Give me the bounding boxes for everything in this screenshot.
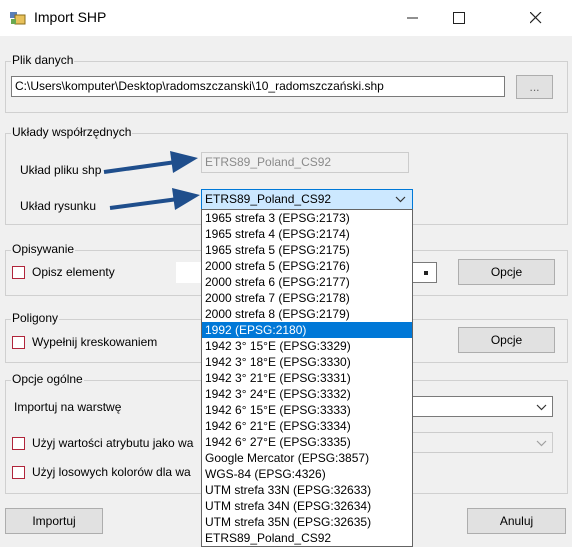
polygons-options-button[interactable]: Opcje — [458, 327, 555, 353]
polygons-group-label: Poligony — [11, 311, 60, 325]
app-icon — [10, 12, 26, 25]
dropdown-item[interactable]: 1965 strefa 5 (EPSG:2175) — [202, 242, 412, 258]
browse-button[interactable]: ... — [516, 75, 553, 99]
minimize-button[interactable] — [390, 0, 436, 36]
arrow-icon — [103, 151, 198, 174]
dropdown-item[interactable]: Google Mercator (EPSG:3857) — [202, 450, 412, 466]
dropdown-item[interactable]: 2000 strefa 6 (EPSG:2177) — [202, 274, 412, 290]
import-layer-combo[interactable] — [413, 396, 553, 417]
dropdown-item[interactable]: UTM strefa 35N (EPSG:32635) — [202, 514, 412, 530]
dropdown-item[interactable]: 1942 3° 21°E (EPSG:3331) — [202, 370, 412, 386]
chevron-down-icon — [536, 440, 547, 447]
hatch-fill-checkbox[interactable] — [12, 336, 25, 349]
describe-options-button[interactable]: Opcje — [458, 259, 555, 285]
describe-group-label: Opisywanie — [11, 242, 76, 256]
dropdown-item[interactable]: UTM strefa 34N (EPSG:32634) — [202, 498, 412, 514]
dropdown-item[interactable]: 1965 strefa 4 (EPSG:2174) — [202, 226, 412, 242]
dropdown-item[interactable]: 2000 strefa 7 (EPSG:2178) — [202, 290, 412, 306]
describe-field-edge — [176, 262, 201, 283]
dropdown-item[interactable]: 1942 3° 18°E (EPSG:3330) — [202, 354, 412, 370]
close-icon — [530, 12, 542, 24]
dropdown-item-selected[interactable]: 1992 (EPSG:2180) — [202, 322, 412, 338]
shp-file-cs-field: ETRS89_Poland_CS92 — [201, 152, 409, 173]
maximize-icon — [453, 12, 465, 24]
dropdown-item[interactable]: 1942 3° 15°E (EPSG:3329) — [202, 338, 412, 354]
hatch-fill-label: Wypełnij kreskowaniem — [32, 335, 158, 349]
minimize-icon — [407, 17, 418, 19]
maximize-button[interactable] — [436, 0, 482, 36]
use-attribute-label: Użyj wartości atrybutu jako wa — [32, 436, 194, 450]
dropdown-item[interactable]: UTM strefa 33N (EPSG:32633) — [202, 482, 412, 498]
dropdown-item[interactable]: 1942 6° 15°E (EPSG:3333) — [202, 402, 412, 418]
attribute-combo[interactable] — [413, 432, 553, 453]
chevron-down-icon — [395, 196, 406, 203]
dropdown-item[interactable]: 2000 strefa 5 (EPSG:2176) — [202, 258, 412, 274]
chevron-down-icon — [536, 404, 547, 411]
dropdown-item[interactable]: ETRS89_Poland_CS92 — [202, 530, 412, 546]
use-attribute-checkbox[interactable] — [12, 437, 25, 450]
drawing-cs-label: Układ rysunku — [20, 199, 97, 213]
describe-elements-label: Opisz elementy — [32, 265, 115, 279]
import-layer-label: Importuj na warstwę — [14, 400, 122, 414]
dropdown-item[interactable]: WGS-84 (EPSG:4326) — [202, 466, 412, 482]
random-colors-label: Użyj losowych kolorów dla wa — [32, 465, 191, 479]
annotation-arrows — [103, 151, 200, 210]
dropdown-item[interactable]: 1942 6° 21°E (EPSG:3334) — [202, 418, 412, 434]
drawing-cs-combo[interactable]: ETRS89_Poland_CS92 — [201, 189, 413, 210]
dropdown-dot-icon — [424, 271, 428, 275]
general-group-label: Opcje ogólne — [11, 372, 84, 386]
shp-file-cs-label: Układ pliku shp — [20, 163, 102, 177]
random-colors-checkbox[interactable] — [12, 466, 25, 479]
coordinate-systems-group-label: Układy współrzędnych — [11, 125, 133, 139]
close-button[interactable] — [500, 0, 572, 36]
cancel-button[interactable]: Anuluj — [467, 508, 566, 534]
drawing-cs-value: ETRS89_Poland_CS92 — [205, 192, 332, 206]
import-button[interactable]: Importuj — [5, 508, 103, 534]
arrow-icon — [109, 188, 200, 210]
data-file-group-label: Plik danych — [11, 53, 75, 67]
dropdown-item[interactable]: 2000 strefa 8 (EPSG:2179) — [202, 306, 412, 322]
dropdown-item[interactable]: 1942 6° 27°E (EPSG:3335) — [202, 434, 412, 450]
describe-combo-edge[interactable] — [413, 262, 437, 283]
coordinate-system-dropdown-list[interactable]: 1965 strefa 3 (EPSG:2173) 1965 strefa 4 (… — [201, 209, 413, 547]
dropdown-item[interactable]: 1942 3° 24°E (EPSG:3332) — [202, 386, 412, 402]
describe-elements-checkbox[interactable] — [12, 266, 25, 279]
window-title: Import SHP — [34, 9, 107, 25]
dropdown-item[interactable]: 1965 strefa 3 (EPSG:2173) — [202, 210, 412, 226]
file-path-input[interactable]: C:\Users\komputer\Desktop\radomszczanski… — [11, 76, 505, 97]
